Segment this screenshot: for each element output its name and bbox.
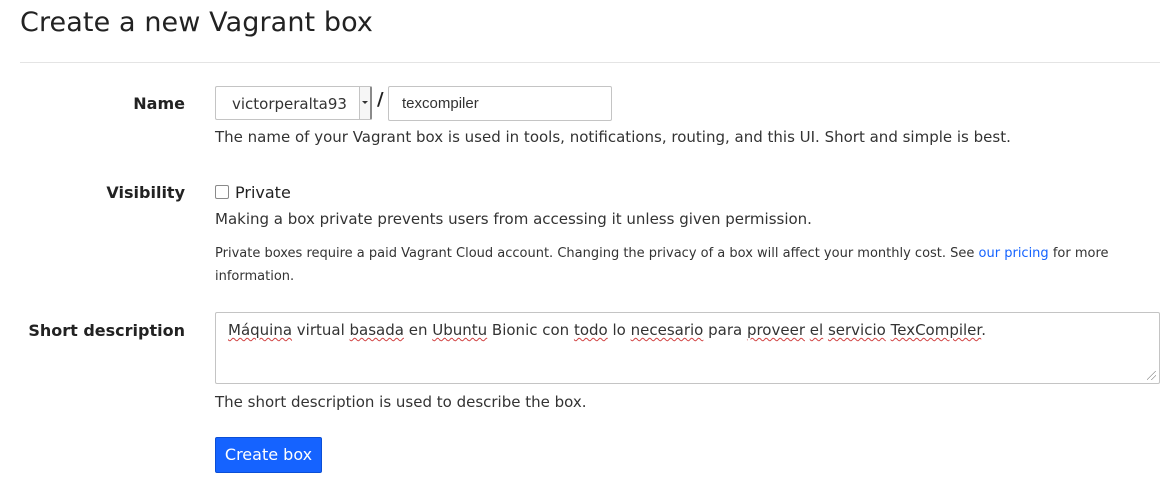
misspelled-word: Máquina bbox=[228, 321, 293, 339]
description-text: Bionic con bbox=[487, 321, 574, 339]
pricing-note: Private boxes require a paid Vagrant Clo… bbox=[215, 242, 1135, 288]
description-text: para bbox=[703, 321, 747, 339]
visibility-help-text: Making a box private prevents users from… bbox=[215, 210, 812, 228]
misspelled-word: proveer bbox=[746, 321, 805, 339]
short-description-help-text: The short description is used to describ… bbox=[215, 393, 587, 411]
private-checkbox[interactable] bbox=[215, 185, 229, 199]
pricing-link[interactable]: our pricing bbox=[979, 246, 1049, 261]
description-text: en bbox=[403, 321, 433, 339]
misspelled-word: TexCompiler bbox=[890, 321, 982, 339]
owner-select[interactable]: victorperalta93 bbox=[215, 86, 372, 120]
chevron-down-icon[interactable] bbox=[359, 87, 370, 119]
private-checkbox-label[interactable]: Private bbox=[235, 183, 291, 202]
name-label: Name bbox=[133, 94, 185, 113]
header-divider bbox=[20, 62, 1160, 63]
description-text: lo bbox=[607, 321, 631, 339]
misspelled-word: todo bbox=[573, 321, 608, 339]
description-text: virtual bbox=[292, 321, 350, 339]
name-help-text: The name of your Vagrant box is used in … bbox=[215, 128, 1011, 146]
short-description-label: Short description bbox=[28, 321, 185, 340]
misspelled-word: Ubuntu bbox=[432, 321, 488, 339]
misspelled-word: el bbox=[809, 321, 824, 339]
visibility-label: Visibility bbox=[106, 183, 185, 202]
create-box-page: Create a new Vagrant box Name victorpera… bbox=[0, 0, 1176, 495]
create-box-button[interactable]: Create box bbox=[215, 437, 322, 473]
name-separator: / bbox=[377, 89, 384, 110]
misspelled-word: basada bbox=[349, 321, 404, 339]
misspelled-word: necesario bbox=[630, 321, 704, 339]
resize-grip-icon[interactable] bbox=[1147, 371, 1156, 380]
box-name-input[interactable] bbox=[388, 86, 612, 121]
short-description-textarea[interactable]: Máquina virtual basada en Ubuntu Bionic … bbox=[215, 312, 1160, 384]
description-text: . bbox=[981, 321, 986, 339]
misspelled-word: servicio bbox=[827, 321, 886, 339]
owner-select-value: victorperalta93 bbox=[232, 95, 347, 113]
pricing-note-before: Private boxes require a paid Vagrant Clo… bbox=[215, 246, 979, 261]
page-title: Create a new Vagrant box bbox=[20, 7, 374, 38]
